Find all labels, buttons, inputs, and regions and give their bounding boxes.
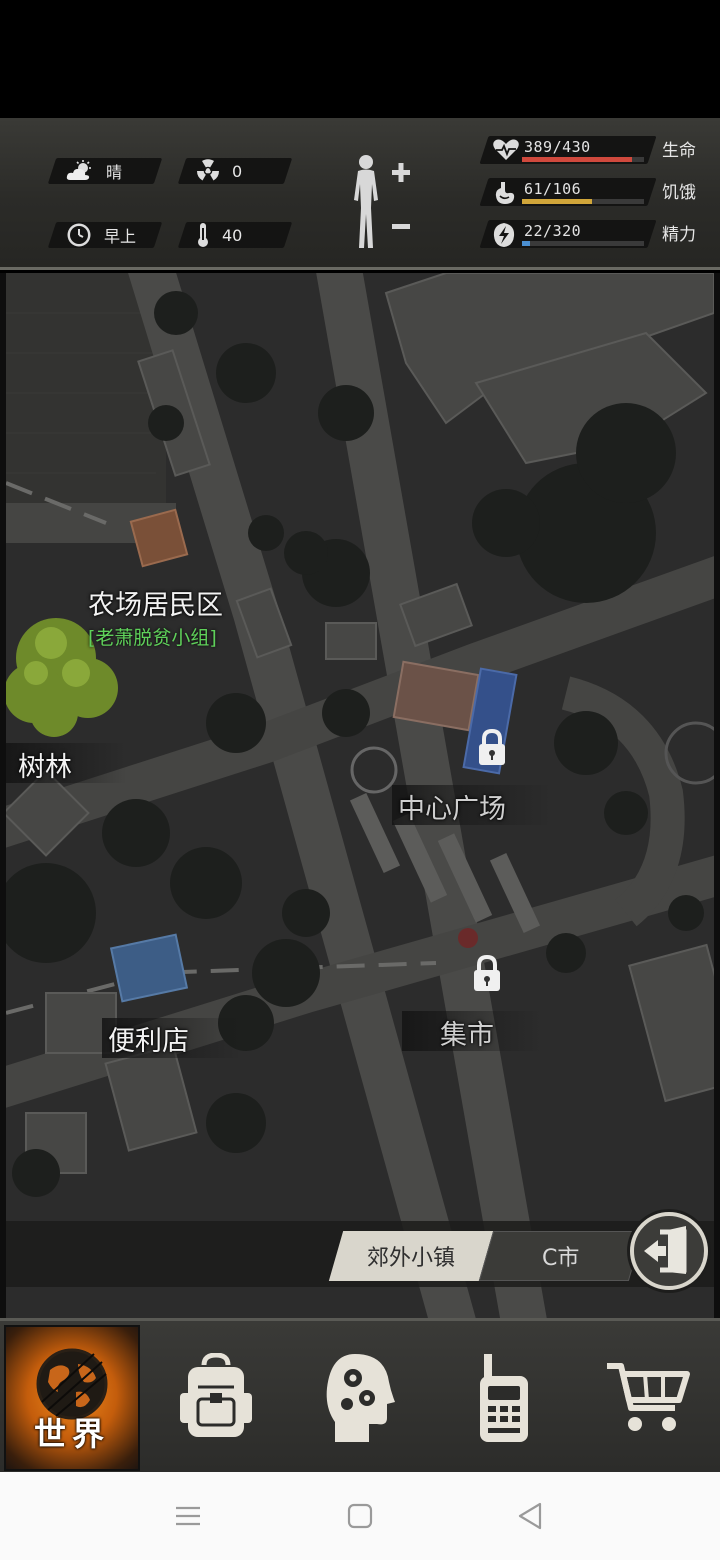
hunger-value: 61/106 <box>524 180 582 198</box>
plus-icon <box>392 163 410 182</box>
nav-backpack[interactable] <box>148 1325 284 1471</box>
time-chip: 早上 <box>47 222 163 248</box>
exit-door-icon <box>644 1226 687 1274</box>
radiation-chip: 0 <box>177 158 293 184</box>
menu-icon[interactable] <box>174 1500 202 1532</box>
temperature-chip: 40 <box>177 222 293 248</box>
group-tag: [老萧脱贫小组] <box>88 627 217 649</box>
body-status-button[interactable] <box>344 152 424 260</box>
nav-shop[interactable] <box>580 1325 716 1471</box>
stomach-icon <box>495 182 515 204</box>
region-tab-c-city[interactable]: C市 <box>478 1231 644 1281</box>
energy-stat: 22/320 精力 <box>479 220 704 248</box>
back-icon[interactable] <box>516 1500 544 1532</box>
time-label: 早上 <box>104 227 137 246</box>
home-icon[interactable] <box>346 1500 374 1532</box>
weather-label: 晴 <box>106 163 123 182</box>
health-label: 生命 <box>662 141 696 161</box>
radiation-value: 0 <box>232 161 243 181</box>
location-farm-residential[interactable]: 农场居民区 <box>88 583 223 622</box>
energy-label: 精力 <box>662 225 696 245</box>
hunger-stat: 61/106 饥饿 <box>479 178 704 206</box>
location-center-plaza[interactable]: 中心广场 <box>398 787 506 826</box>
energy-value: 22/320 <box>524 222 582 240</box>
exit-button[interactable] <box>630 1212 708 1290</box>
body-figure-icon <box>354 155 378 248</box>
map-terrain <box>6 273 714 1318</box>
energy-bar <box>522 241 644 246</box>
radiation-icon <box>197 159 219 181</box>
bottom-nav: 世界 <box>0 1318 720 1472</box>
shopping-cart-icon <box>607 1363 690 1431</box>
walkie-talkie-icon <box>480 1354 528 1442</box>
region-tab-suburb-town[interactable]: 郊外小镇 <box>328 1231 494 1281</box>
backpack-icon <box>180 1353 252 1437</box>
cloud-sun-icon <box>66 160 91 180</box>
nav-world[interactable]: 世界 <box>4 1325 140 1471</box>
world-map[interactable]: 农场居民区 [老萧脱贫小组] 树林 中心广场 集市 便利店 <box>0 273 720 1318</box>
lock-icon <box>474 955 500 991</box>
heart-icon <box>493 139 519 160</box>
region-tab-label: C市 <box>542 1246 580 1271</box>
head-gears-icon <box>326 1354 395 1442</box>
location-market[interactable]: 集市 <box>440 1013 494 1052</box>
temperature-value: 40 <box>222 225 243 245</box>
minus-icon <box>392 224 410 229</box>
health-value: 389/430 <box>524 138 591 156</box>
hunger-label: 饥饿 <box>662 183 696 203</box>
clock-icon <box>67 223 91 247</box>
nav-radio[interactable] <box>436 1325 572 1471</box>
lock-icon <box>479 729 505 765</box>
status-hud: 晴 0 早上 40 389/430 生命 61/106 饥饿 22/320 精力 <box>0 118 720 270</box>
nav-world-label: 世界 <box>33 1415 110 1453</box>
system-nav-bar <box>0 1472 720 1560</box>
health-bar <box>522 157 644 162</box>
location-convenience-store[interactable]: 便利店 <box>108 1019 189 1058</box>
hunger-bar <box>522 199 644 204</box>
thermometer-icon <box>198 223 208 247</box>
region-tab-label: 郊外小镇 <box>366 1246 455 1271</box>
weather-chip: 晴 <box>47 158 163 184</box>
status-bar-area <box>0 0 720 118</box>
nav-skills[interactable] <box>292 1325 428 1471</box>
energy-icon <box>493 223 515 247</box>
location-forest[interactable]: 树林 <box>18 745 72 784</box>
health-stat: 389/430 生命 <box>479 136 704 164</box>
